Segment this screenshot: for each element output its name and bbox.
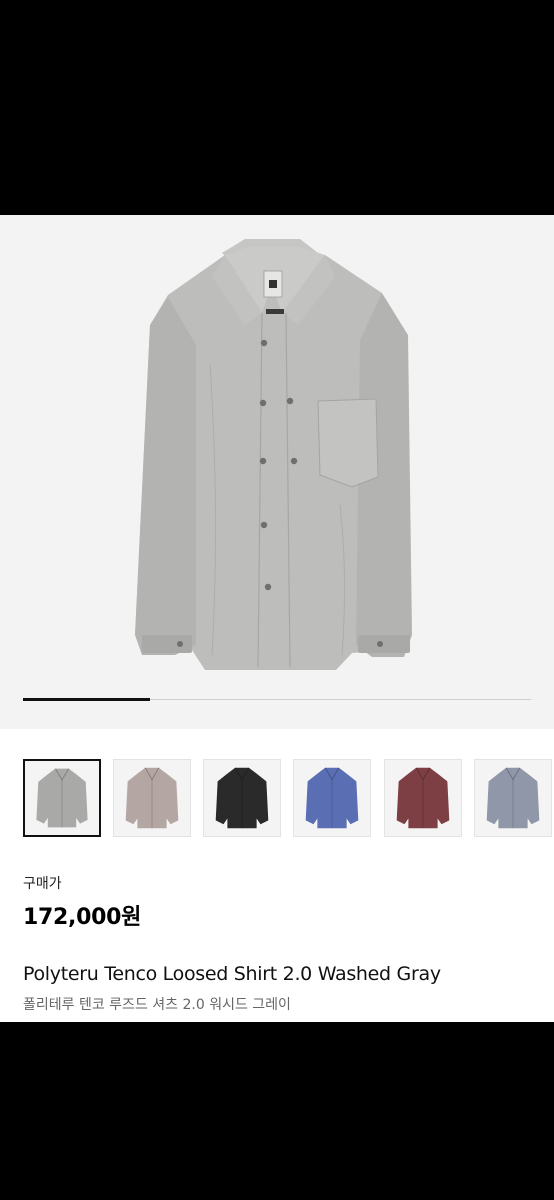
product-price: 172,000원 <box>23 905 142 930</box>
color-thumbnail-washed-gray[interactable] <box>23 759 101 837</box>
carousel-progress-indicator <box>23 698 150 701</box>
color-thumbnail-pinkish-gray[interactable] <box>113 759 191 837</box>
color-thumbnail-list <box>23 759 554 837</box>
color-thumbnail-blue-gray[interactable] <box>474 759 552 837</box>
bottom-black-bar <box>0 1022 554 1200</box>
shirt-image <box>0 215 554 729</box>
shirt-thumbnail-image <box>36 768 88 828</box>
shirt-thumbnail-image <box>486 767 540 829</box>
color-thumbnail-black[interactable] <box>203 759 281 837</box>
product-title-korean: 폴리테루 텐코 루즈드 셔츠 2.0 워시드 그레이 <box>23 997 291 1013</box>
shirt-thumbnail-image <box>305 767 359 829</box>
carousel-progress-track <box>23 698 531 701</box>
color-thumbnail-blue[interactable] <box>293 759 371 837</box>
product-title-english: Polyteru Tenco Loosed Shirt 2.0 Washed G… <box>23 963 441 985</box>
product-image-carousel[interactable] <box>0 215 554 729</box>
color-thumbnail-burgundy[interactable] <box>384 759 462 837</box>
shirt-thumbnail-image <box>396 767 450 829</box>
product-page: 구매가 172,000원 Polyteru Tenco Loosed Shirt… <box>0 215 554 1022</box>
price-label: 구매가 <box>23 876 62 892</box>
shirt-thumbnail-image <box>215 767 269 829</box>
shirt-thumbnail-image <box>125 767 179 829</box>
top-black-bar <box>0 0 554 215</box>
